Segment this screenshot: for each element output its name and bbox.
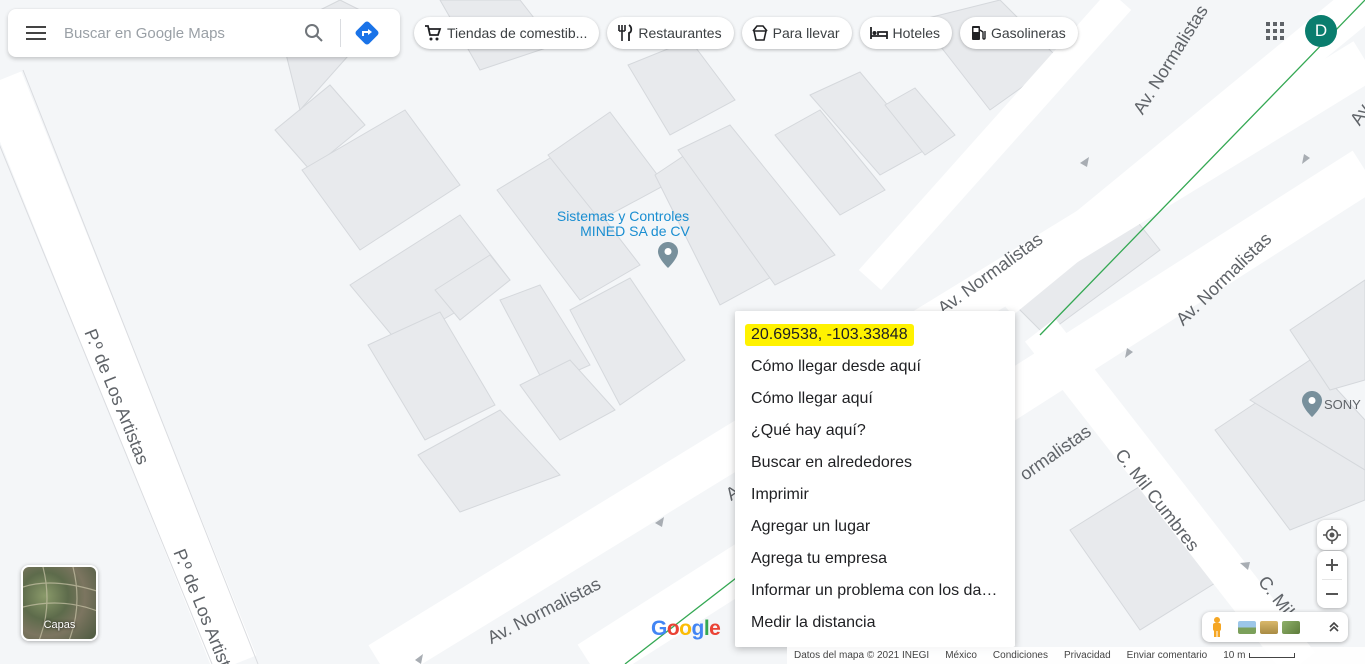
menu-item-measure-distance[interactable]: Medir la distancia [735,607,1015,639]
terms-link[interactable]: Condiciones [993,650,1048,661]
search-input[interactable] [64,18,294,48]
search-button[interactable] [294,13,334,53]
menu-item-add-place[interactable]: Agregar un lugar [735,511,1015,543]
menu-item-search-nearby[interactable]: Buscar en alrededores [735,447,1015,479]
chip-label: Hoteles [892,25,940,41]
chip-label: Tiendas de comestib... [447,25,588,41]
place-pin-icon[interactable] [658,242,678,268]
imagery-thumbnail-2[interactable] [1260,620,1278,634]
hamburger-icon [26,26,46,40]
zoom-out-button[interactable] [1317,580,1347,608]
chevron-up-icon[interactable] [1328,621,1340,633]
chip-label: Para llevar [772,25,840,41]
map-canvas[interactable] [0,0,1365,664]
country-link[interactable]: México [945,650,977,661]
chip-label: Gasolineras [991,25,1066,41]
poi-mined-name-line2: MINED SA de CV [580,223,690,239]
chip-hotels[interactable]: Hoteles [859,17,952,49]
search-box [8,9,400,57]
street-view-bar [1202,612,1348,642]
scale-control[interactable]: 10 m [1223,650,1296,661]
poi-mined[interactable]: Sistemas y Controles MINED SA de CV [548,209,698,239]
category-chips: Tiendas de comestib... Restaurantes Para… [414,17,1078,49]
menu-item-print[interactable]: Imprimir [735,479,1015,511]
directions-button[interactable] [347,13,387,53]
divider [340,19,341,47]
minus-icon [1326,593,1338,595]
privacy-link[interactable]: Privacidad [1064,650,1111,661]
chip-restaurants[interactable]: Restaurantes [607,17,734,49]
gas-pump-icon [972,26,986,40]
crosshair-icon [1323,526,1341,544]
map-context-menu: 20.69538, -103.33848 Cómo llegar desde a… [735,311,1015,647]
menu-item-directions-from[interactable]: Cómo llegar desde aquí [735,351,1015,383]
chip-takeout[interactable]: Para llevar [741,17,852,49]
place-pin-icon[interactable] [1302,391,1322,417]
menu-button[interactable] [8,9,64,57]
menu-item-coordinates[interactable]: 20.69538, -103.33848 [735,319,1015,351]
map-footer: Datos del mapa © 2021 INEGI México Condi… [787,647,1365,664]
search-icon [305,24,323,42]
poi-sony[interactable]: SONY [1324,397,1361,412]
coordinates-text: 20.69538, -103.33848 [745,324,914,346]
layers-label: Capas [43,619,76,631]
map-data-attribution: Datos del mapa © 2021 INEGI [794,650,930,661]
menu-item-whats-here[interactable]: ¿Qué hay aquí? [735,415,1015,447]
poi-mined-name-line1: Sistemas y Controles [556,208,690,224]
feedback-link[interactable]: Enviar comentario [1127,650,1208,661]
fork-knife-icon [618,24,633,41]
chip-groceries[interactable]: Tiendas de comestib... [414,17,600,49]
menu-item-add-business[interactable]: Agrega tu empresa [735,543,1015,575]
zoom-in-button[interactable] [1317,551,1347,579]
scale-bar [1249,653,1296,658]
account-avatar[interactable]: D [1305,15,1337,47]
imagery-thumbnail-3[interactable] [1282,620,1300,634]
menu-item-report-problem[interactable]: Informar un problema con los datos [735,575,1015,607]
chip-label: Restaurantes [638,25,722,41]
cart-icon [425,25,442,41]
google-logo: Google [651,617,721,640]
takeout-icon [751,25,768,41]
pegman-icon[interactable] [1210,616,1224,638]
chip-gas-stations[interactable]: Gasolineras [960,17,1078,49]
scale-label: 10 m [1223,650,1246,661]
menu-item-directions-to[interactable]: Cómo llegar aquí [735,383,1015,415]
directions-icon [355,21,379,45]
apps-grid-icon[interactable] [1263,19,1287,43]
bed-icon [869,27,888,39]
imagery-thumbnail-1[interactable] [1238,620,1256,634]
plus-icon [1326,559,1338,571]
zoom-control [1317,551,1347,608]
my-location-button[interactable] [1317,520,1347,550]
layers-button[interactable]: Capas [21,565,98,641]
